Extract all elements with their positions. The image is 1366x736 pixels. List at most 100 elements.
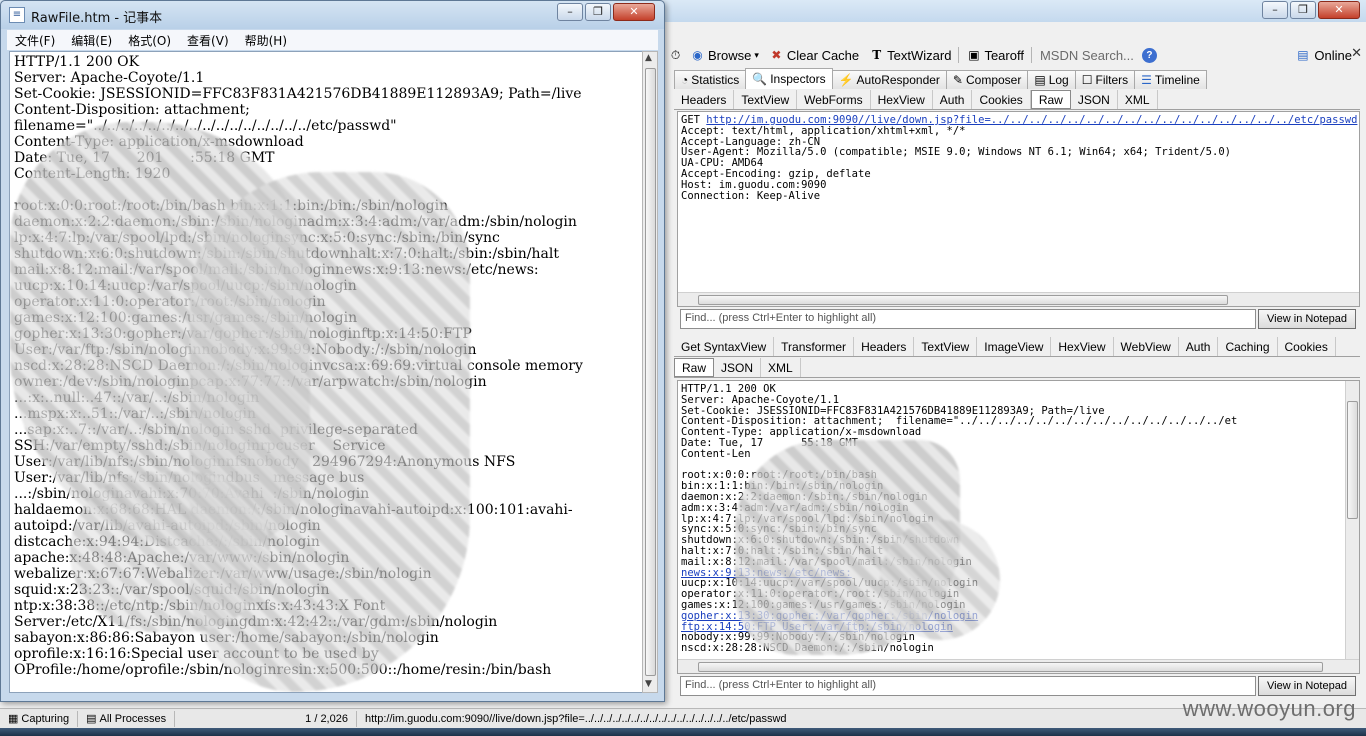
- redaction-blur: [70, 472, 270, 632]
- resp-tab-raw[interactable]: Raw: [674, 358, 715, 377]
- tab-autoresponder[interactable]: ⚡ AutoResponder: [831, 70, 947, 89]
- watermark: www.wooyun.org: [1182, 696, 1356, 721]
- fiddler-main-tabs: ◔ Statistics 🔍 Inspectors ⚡ AutoResponder ✎…: [674, 68, 1207, 89]
- request-raw-pane[interactable]: GET http://im.guodu.com:9090//live/down.…: [677, 111, 1360, 307]
- req-tab-json[interactable]: JSON: [1071, 90, 1118, 109]
- resp-tab-caching[interactable]: Caching: [1218, 337, 1278, 356]
- req-tab-xml[interactable]: XML: [1118, 90, 1158, 109]
- resp-tab-syntaxview[interactable]: Get SyntaxView: [674, 337, 775, 356]
- req-tab-raw[interactable]: Raw: [1030, 90, 1071, 109]
- online-indicator[interactable]: ▤ Online: [1295, 44, 1352, 66]
- minimize-button[interactable]: –: [1262, 1, 1288, 19]
- scroll-down-icon[interactable]: ▼: [645, 679, 652, 689]
- inspectors-icon: 🔍: [752, 72, 768, 86]
- textwizard-button[interactable]: T TextWizard: [866, 48, 954, 63]
- resp-tab-webview[interactable]: WebView: [1114, 337, 1179, 356]
- request-header-line: Connection: Keep-Alive: [681, 189, 821, 202]
- tab-log[interactable]: ▤ Log: [1027, 70, 1076, 89]
- menu-view[interactable]: 查看(V): [179, 32, 237, 49]
- response-vertical-scrollbar[interactable]: [1345, 381, 1359, 659]
- tab-filters[interactable]: ☐ Filters: [1074, 70, 1136, 89]
- close-button[interactable]: ✕: [613, 3, 655, 21]
- notepad-line: Server: Apache-Coyote/1.1: [14, 70, 205, 86]
- menu-format[interactable]: 格式(O): [120, 32, 179, 49]
- response-inspector-tabs: Get SyntaxView Transformer Headers TextV…: [674, 337, 1360, 357]
- resp-tab-xml[interactable]: XML: [761, 358, 801, 377]
- tab-statistics[interactable]: ◔ Statistics: [674, 70, 747, 89]
- stopwatch-icon[interactable]: ⏱: [668, 48, 683, 63]
- menu-edit[interactable]: 编辑(E): [63, 32, 120, 49]
- response-line: Content-Len: [681, 447, 751, 460]
- scroll-up-icon[interactable]: ▲: [645, 53, 652, 63]
- response-view-in-notepad-button[interactable]: View in Notepad: [1258, 676, 1356, 696]
- close-icon[interactable]: ✕: [1351, 46, 1362, 61]
- resp-tab-cookies[interactable]: Cookies: [1278, 337, 1336, 356]
- msdn-search-input[interactable]: MSDN Search...: [1036, 48, 1138, 63]
- notepad-line: Set-Cookie: JSESSIONID=FFC83F831A421576D…: [14, 86, 582, 102]
- resp-tab-transformer[interactable]: Transformer: [774, 337, 855, 356]
- resp-tab-imageview[interactable]: ImageView: [977, 337, 1052, 356]
- tab-timeline[interactable]: ☰ Timeline: [1134, 70, 1207, 89]
- toolbar-divider: [958, 47, 960, 63]
- scroll-thumb[interactable]: [645, 68, 656, 676]
- tab-label: Composer: [965, 73, 1022, 87]
- clear-cache-button[interactable]: ✖ Clear Cache: [766, 48, 862, 63]
- resp-tab-textview[interactable]: TextView: [914, 337, 978, 356]
- tearoff-button[interactable]: ▣ Tearoff: [963, 48, 1027, 63]
- notepad-window-controls: – ❐ ✕: [557, 3, 655, 21]
- tab-composer[interactable]: ✎ Composer: [945, 70, 1029, 89]
- response-format-tabs: Raw JSON XML: [674, 358, 1360, 378]
- response-horizontal-scrollbar[interactable]: [678, 659, 1359, 673]
- resp-tab-auth[interactable]: Auth: [1179, 337, 1219, 356]
- browse-label: Browse: [708, 47, 752, 63]
- req-tab-auth[interactable]: Auth: [933, 90, 973, 109]
- process-filter-label: All Processes: [99, 712, 167, 725]
- status-url: http://im.guodu.com:9090//live/down.jsp?…: [364, 712, 787, 725]
- request-inspector-tabs: Headers TextView WebForms HexView Auth C…: [674, 90, 1360, 110]
- scroll-thumb[interactable]: [698, 662, 1323, 672]
- browse-button[interactable]: ◉ Browse ▾: [687, 48, 762, 63]
- timeline-icon: ☰: [1141, 73, 1152, 87]
- filters-icon: ☐: [1081, 73, 1093, 87]
- response-find-input[interactable]: Find... (press Ctrl+Enter to highlight a…: [680, 676, 1256, 696]
- tab-inspectors[interactable]: 🔍 Inspectors: [745, 68, 833, 89]
- chevron-down-icon[interactable]: ▾: [754, 50, 759, 61]
- composer-icon: ✎: [952, 73, 963, 87]
- notepad-text-area[interactable]: HTTP/1.1 200 OK Server: Apache-Coyote/1.1…: [9, 51, 650, 693]
- request-view-in-notepad-button[interactable]: View in Notepad: [1258, 309, 1356, 329]
- capture-icon: ▦: [8, 712, 19, 725]
- scroll-thumb[interactable]: [1347, 401, 1358, 519]
- scroll-thumb[interactable]: [698, 295, 1228, 305]
- maximize-button[interactable]: ❐: [1290, 1, 1316, 19]
- process-icon: ▤: [86, 712, 97, 725]
- menu-help[interactable]: 帮助(H): [237, 32, 295, 49]
- request-raw-text: GET http://im.guodu.com:9090//live/down.…: [681, 115, 1357, 201]
- resp-tab-json[interactable]: JSON: [714, 358, 762, 377]
- req-tab-hexview[interactable]: HexView: [871, 90, 933, 109]
- request-header-line: User-Agent: Mozilla/5.0 (compatible; MSI…: [681, 146, 1231, 159]
- notepad-vertical-scrollbar[interactable]: ▲ ▼: [642, 51, 658, 693]
- request-horizontal-scrollbar[interactable]: [678, 292, 1359, 306]
- request-find-input[interactable]: Find... (press Ctrl+Enter to highlight a…: [680, 309, 1256, 329]
- notepad-title: RawFile.htm - 记事本: [31, 11, 163, 26]
- req-tab-headers[interactable]: Headers: [674, 90, 735, 109]
- notepad-icon: ≡: [9, 7, 25, 23]
- maximize-button[interactable]: ❐: [585, 3, 611, 21]
- help-icon[interactable]: ?: [1141, 47, 1157, 63]
- resp-tab-headers[interactable]: Headers: [854, 337, 915, 356]
- req-tab-webforms[interactable]: WebForms: [797, 90, 871, 109]
- menu-file[interactable]: 文件(F): [7, 32, 63, 49]
- notepad-title-bar: ≡ RawFile.htm - 记事本 – ❐ ✕: [1, 1, 664, 29]
- resp-tab-hexview[interactable]: HexView: [1051, 337, 1114, 356]
- process-filter[interactable]: ▤ All Processes: [78, 710, 176, 727]
- req-tab-textview[interactable]: TextView: [734, 90, 798, 109]
- notepad-window: ≡ RawFile.htm - 记事本 – ❐ ✕ 文件(F) 编辑(E) 格式…: [0, 0, 665, 702]
- req-tab-cookies[interactable]: Cookies: [972, 90, 1031, 109]
- close-button[interactable]: ✕: [1318, 1, 1360, 19]
- capturing-label: Capturing: [21, 712, 70, 725]
- capturing-indicator[interactable]: ▦ Capturing: [0, 710, 79, 727]
- notepad-menu-bar: 文件(F) 编辑(E) 格式(O) 查看(V) 帮助(H): [7, 30, 658, 50]
- statistics-icon: ◔: [681, 73, 689, 87]
- browse-icon: ◉: [692, 47, 703, 62]
- minimize-button[interactable]: –: [557, 3, 583, 21]
